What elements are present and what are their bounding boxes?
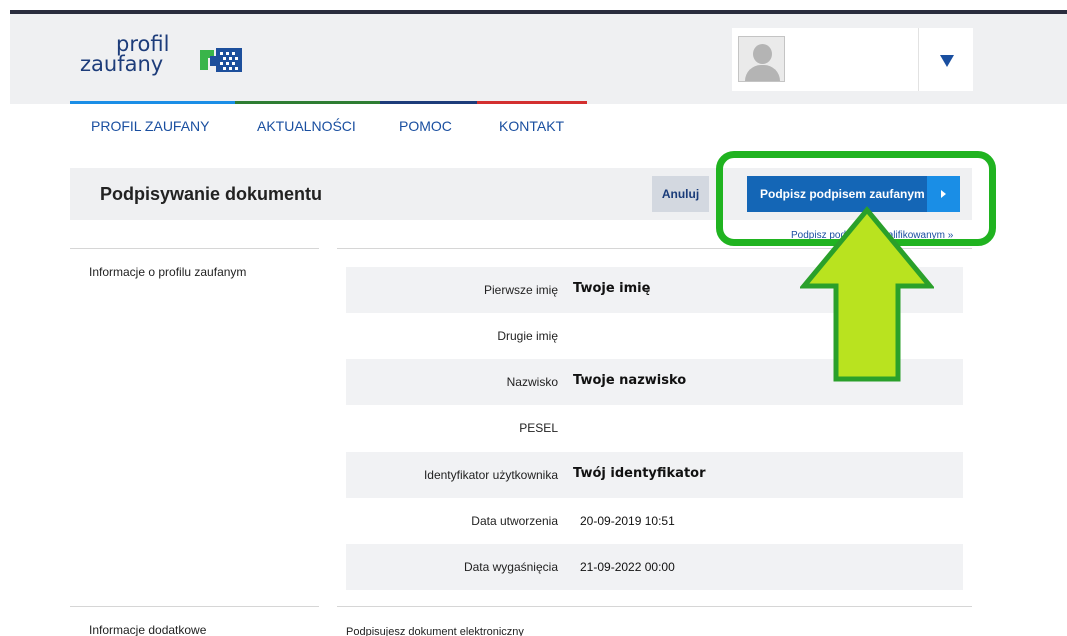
sign-qualified-link[interactable]: Podpisz podpisem kwalifikowanym » <box>791 230 953 241</box>
divider <box>70 606 319 607</box>
nav-profil-zaufany[interactable]: PROFIL ZAUFANY <box>91 118 210 134</box>
logo-wordmark: profil zaufany <box>80 32 170 76</box>
table-row: Identyfikator użytkownika Twój identyfik… <box>346 452 963 498</box>
divider <box>337 606 972 607</box>
user-panel-divider <box>918 28 919 91</box>
user-placeholder-icon[interactable] <box>738 36 785 82</box>
row-value: Twoje imię <box>573 281 651 296</box>
logo-line-1: profil <box>116 32 170 56</box>
cancel-button[interactable]: Anuluj <box>652 176 709 212</box>
additional-info-text: Podpisujesz dokument elektroniczny <box>346 626 524 636</box>
table-row: Drugie imię <box>346 313 963 359</box>
nav-pomoc[interactable]: POMOC <box>399 118 452 134</box>
logo-mark-icon <box>200 48 242 72</box>
profil-zaufany-logo[interactable]: profil zaufany <box>80 34 250 89</box>
row-value: Twoje nazwisko <box>573 373 687 388</box>
row-value: Twój identyfikator <box>573 466 706 481</box>
table-row: Data wygaśnięcia 21-09-2022 00:00 <box>346 544 963 590</box>
page-title: Podpisywanie dokumentu <box>100 184 323 204</box>
user-panel[interactable] <box>732 28 973 91</box>
row-label: Nazwisko <box>506 375 558 389</box>
triangle-down-icon[interactable] <box>940 55 954 67</box>
table-row: Data utworzenia 20-09-2019 10:51 <box>346 498 963 544</box>
table-row: PESEL <box>346 405 963 451</box>
avatar-head <box>753 44 772 64</box>
section-label-additional: Informacje dodatkowe <box>89 623 207 636</box>
row-label: Data wygaśnięcia <box>463 560 558 574</box>
logo-line-2: zaufany <box>80 52 164 76</box>
toolbar: Podpisywanie dokumentu Anuluj Podpisz po… <box>70 168 972 220</box>
nav-kontakt[interactable]: KONTAKT <box>499 118 564 134</box>
sign-trusted-button[interactable]: Podpisz podpisem zaufanym <box>747 176 960 212</box>
sign-button-label: Podpisz podpisem zaufanym <box>760 187 925 201</box>
section-label-profile: Informacje o profilu zaufanym <box>89 265 247 279</box>
divider <box>337 248 972 249</box>
table-row: Nazwisko Twoje nazwisko <box>346 359 963 405</box>
top-bar <box>0 0 1067 14</box>
row-value: 20-09-2019 10:51 <box>580 514 675 528</box>
divider <box>70 248 319 249</box>
row-label: Data utworzenia <box>471 514 558 528</box>
row-label: Identyfikator użytkownika <box>423 468 558 482</box>
avatar-body <box>745 65 780 81</box>
table-row: Pierwsze imię Twoje imię <box>346 267 963 313</box>
row-label: PESEL <box>519 421 558 435</box>
play-right-icon <box>927 176 960 212</box>
row-label: Drugie imię <box>497 329 558 343</box>
row-label: Pierwsze imię <box>483 283 558 297</box>
nav-aktualnosci[interactable]: AKTUALNOŚCI <box>257 118 356 134</box>
main-nav: PROFIL ZAUFANY AKTUALNOŚCI POMOC KONTAKT <box>0 104 1067 144</box>
row-value: 21-09-2022 00:00 <box>580 560 675 574</box>
